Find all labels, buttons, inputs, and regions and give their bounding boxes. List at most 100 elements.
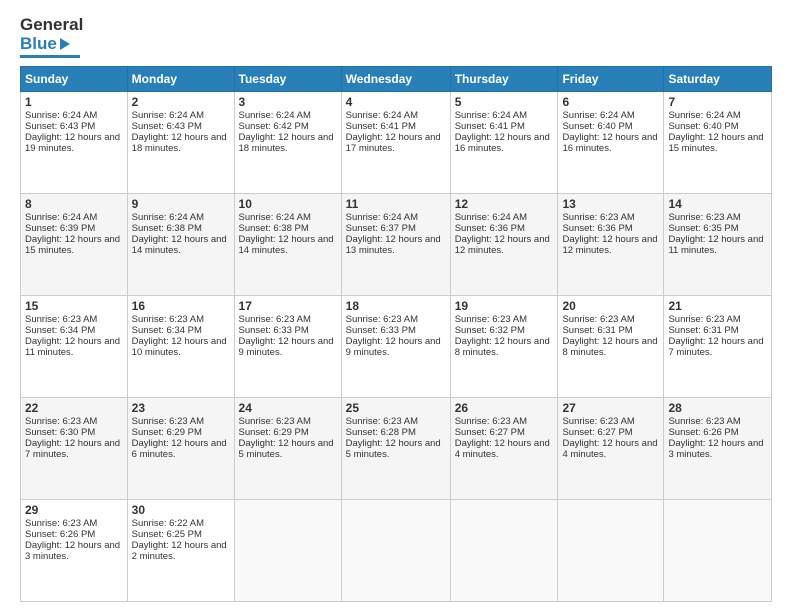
sunset-text: Sunset: 6:37 PM [346, 223, 416, 234]
sunset-text: Sunset: 6:27 PM [562, 427, 632, 438]
calendar-cell: 29Sunrise: 6:23 AMSunset: 6:26 PMDayligh… [21, 500, 128, 602]
sunrise-text: Sunrise: 6:23 AM [132, 314, 204, 325]
sunrise-text: Sunrise: 6:24 AM [239, 110, 311, 121]
day-number: 9 [132, 197, 230, 211]
daylight-text: Daylight: 12 hours and 10 minutes. [132, 336, 227, 358]
daylight-text: Daylight: 12 hours and 11 minutes. [668, 234, 763, 256]
day-number: 4 [346, 95, 446, 109]
daylight-text: Daylight: 12 hours and 4 minutes. [455, 438, 550, 460]
calendar-cell: 22Sunrise: 6:23 AMSunset: 6:30 PMDayligh… [21, 398, 128, 500]
logo-general: General [20, 16, 83, 35]
day-number: 13 [562, 197, 659, 211]
day-number: 10 [239, 197, 337, 211]
calendar-cell: 18Sunrise: 6:23 AMSunset: 6:33 PMDayligh… [341, 296, 450, 398]
sunset-text: Sunset: 6:30 PM [25, 427, 95, 438]
calendar-header-tuesday: Tuesday [234, 67, 341, 92]
sunrise-text: Sunrise: 6:22 AM [132, 518, 204, 529]
calendar-cell: 1Sunrise: 6:24 AMSunset: 6:43 PMDaylight… [21, 92, 128, 194]
day-number: 12 [455, 197, 554, 211]
day-number: 1 [25, 95, 123, 109]
calendar-cell: 9Sunrise: 6:24 AMSunset: 6:38 PMDaylight… [127, 194, 234, 296]
calendar-cell: 26Sunrise: 6:23 AMSunset: 6:27 PMDayligh… [450, 398, 558, 500]
sunrise-text: Sunrise: 6:24 AM [668, 110, 740, 121]
daylight-text: Daylight: 12 hours and 7 minutes. [668, 336, 763, 358]
daylight-text: Daylight: 12 hours and 3 minutes. [668, 438, 763, 460]
calendar-cell: 11Sunrise: 6:24 AMSunset: 6:37 PMDayligh… [341, 194, 450, 296]
sunrise-text: Sunrise: 6:24 AM [562, 110, 634, 121]
calendar-header-saturday: Saturday [664, 67, 772, 92]
calendar-cell: 28Sunrise: 6:23 AMSunset: 6:26 PMDayligh… [664, 398, 772, 500]
sunrise-text: Sunrise: 6:23 AM [562, 314, 634, 325]
daylight-text: Daylight: 12 hours and 18 minutes. [239, 132, 334, 154]
page: General Blue SundayMondayTuesdayWednesda… [0, 0, 792, 612]
sunset-text: Sunset: 6:40 PM [562, 121, 632, 132]
calendar-cell: 27Sunrise: 6:23 AMSunset: 6:27 PMDayligh… [558, 398, 664, 500]
daylight-text: Daylight: 12 hours and 3 minutes. [25, 540, 120, 562]
calendar-header-thursday: Thursday [450, 67, 558, 92]
calendar-cell [234, 500, 341, 602]
sunset-text: Sunset: 6:38 PM [239, 223, 309, 234]
calendar-week-row: 1Sunrise: 6:24 AMSunset: 6:43 PMDaylight… [21, 92, 772, 194]
calendar-cell: 24Sunrise: 6:23 AMSunset: 6:29 PMDayligh… [234, 398, 341, 500]
daylight-text: Daylight: 12 hours and 17 minutes. [346, 132, 441, 154]
sunrise-text: Sunrise: 6:23 AM [562, 416, 634, 427]
daylight-text: Daylight: 12 hours and 15 minutes. [668, 132, 763, 154]
calendar-header-wednesday: Wednesday [341, 67, 450, 92]
logo-underline [20, 55, 80, 58]
calendar-cell: 23Sunrise: 6:23 AMSunset: 6:29 PMDayligh… [127, 398, 234, 500]
sunrise-text: Sunrise: 6:23 AM [239, 416, 311, 427]
day-number: 20 [562, 299, 659, 313]
calendar-header-friday: Friday [558, 67, 664, 92]
daylight-text: Daylight: 12 hours and 18 minutes. [132, 132, 227, 154]
calendar-cell: 12Sunrise: 6:24 AMSunset: 6:36 PMDayligh… [450, 194, 558, 296]
day-number: 11 [346, 197, 446, 211]
daylight-text: Daylight: 12 hours and 2 minutes. [132, 540, 227, 562]
daylight-text: Daylight: 12 hours and 8 minutes. [562, 336, 657, 358]
sunset-text: Sunset: 6:29 PM [239, 427, 309, 438]
daylight-text: Daylight: 12 hours and 11 minutes. [25, 336, 120, 358]
day-number: 27 [562, 401, 659, 415]
sunrise-text: Sunrise: 6:24 AM [25, 212, 97, 223]
sunrise-text: Sunrise: 6:24 AM [346, 212, 418, 223]
header: General Blue [20, 16, 772, 58]
daylight-text: Daylight: 12 hours and 16 minutes. [455, 132, 550, 154]
day-number: 14 [668, 197, 767, 211]
calendar-cell: 4Sunrise: 6:24 AMSunset: 6:41 PMDaylight… [341, 92, 450, 194]
sunrise-text: Sunrise: 6:23 AM [668, 212, 740, 223]
sunrise-text: Sunrise: 6:23 AM [132, 416, 204, 427]
day-number: 2 [132, 95, 230, 109]
calendar-cell: 16Sunrise: 6:23 AMSunset: 6:34 PMDayligh… [127, 296, 234, 398]
sunset-text: Sunset: 6:41 PM [455, 121, 525, 132]
sunset-text: Sunset: 6:34 PM [25, 325, 95, 336]
sunset-text: Sunset: 6:43 PM [132, 121, 202, 132]
day-number: 19 [455, 299, 554, 313]
sunset-text: Sunset: 6:26 PM [668, 427, 738, 438]
sunset-text: Sunset: 6:28 PM [346, 427, 416, 438]
day-number: 6 [562, 95, 659, 109]
daylight-text: Daylight: 12 hours and 16 minutes. [562, 132, 657, 154]
day-number: 26 [455, 401, 554, 415]
day-number: 28 [668, 401, 767, 415]
sunset-text: Sunset: 6:42 PM [239, 121, 309, 132]
sunset-text: Sunset: 6:40 PM [668, 121, 738, 132]
calendar-cell: 15Sunrise: 6:23 AMSunset: 6:34 PMDayligh… [21, 296, 128, 398]
sunrise-text: Sunrise: 6:24 AM [132, 212, 204, 223]
day-number: 15 [25, 299, 123, 313]
sunrise-text: Sunrise: 6:23 AM [25, 314, 97, 325]
daylight-text: Daylight: 12 hours and 9 minutes. [346, 336, 441, 358]
calendar-week-row: 8Sunrise: 6:24 AMSunset: 6:39 PMDaylight… [21, 194, 772, 296]
daylight-text: Daylight: 12 hours and 12 minutes. [455, 234, 550, 256]
daylight-text: Daylight: 12 hours and 9 minutes. [239, 336, 334, 358]
sunrise-text: Sunrise: 6:23 AM [668, 416, 740, 427]
sunset-text: Sunset: 6:39 PM [25, 223, 95, 234]
calendar-cell: 7Sunrise: 6:24 AMSunset: 6:40 PMDaylight… [664, 92, 772, 194]
sunset-text: Sunset: 6:27 PM [455, 427, 525, 438]
calendar-cell: 21Sunrise: 6:23 AMSunset: 6:31 PMDayligh… [664, 296, 772, 398]
day-number: 25 [346, 401, 446, 415]
calendar-cell [450, 500, 558, 602]
sunrise-text: Sunrise: 6:23 AM [562, 212, 634, 223]
sunrise-text: Sunrise: 6:23 AM [455, 416, 527, 427]
calendar-week-row: 22Sunrise: 6:23 AMSunset: 6:30 PMDayligh… [21, 398, 772, 500]
day-number: 7 [668, 95, 767, 109]
day-number: 3 [239, 95, 337, 109]
